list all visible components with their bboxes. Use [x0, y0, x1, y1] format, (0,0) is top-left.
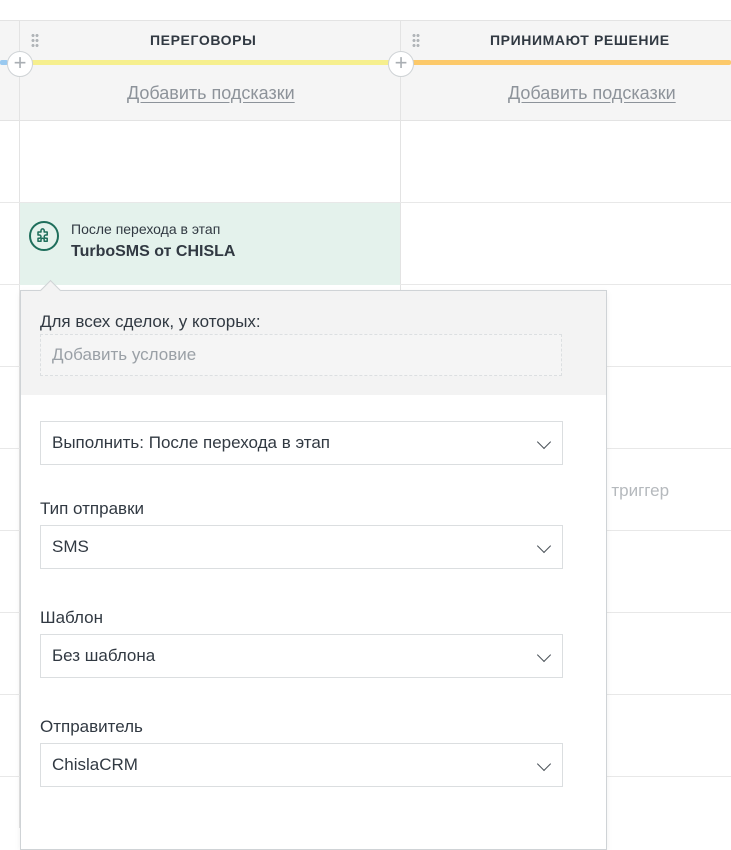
- condition-label: Для всех сделок, у которых:: [40, 312, 261, 331]
- plus-icon: +: [394, 50, 408, 75]
- drag-handle-icon[interactable]: [31, 33, 39, 49]
- chevron-down-icon: [536, 434, 552, 450]
- pipeline-board: ПЕРЕГОВОРЫ + Добавить подсказки ПРИНИМАЮ…: [0, 0, 731, 850]
- execute-select[interactable]: Выполнить: После перехода в этап: [40, 421, 563, 465]
- trigger-card[interactable]: После перехода в этап TurboSMS от CHISLA: [20, 203, 400, 285]
- puzzle-icon: [29, 221, 59, 251]
- chevron-down-icon: [536, 647, 552, 663]
- add-stage-button[interactable]: +: [7, 51, 33, 77]
- plus-icon: +: [13, 50, 27, 75]
- column-title-deciding: ПРИНИМАЮТ РЕШЕНИЕ: [490, 32, 670, 48]
- template-select[interactable]: Без шаблона: [40, 634, 563, 678]
- execute-select-value: Выполнить: После перехода в этап: [52, 433, 331, 452]
- column-title-negotiations: ПЕРЕГОВОРЫ: [150, 32, 257, 48]
- template-label: Шаблон: [40, 608, 103, 627]
- send-type-select[interactable]: SMS: [40, 525, 563, 569]
- sender-value: ChislaCRM: [52, 755, 138, 774]
- send-type-label: Тип отправки: [40, 499, 145, 518]
- add-hints-link[interactable]: Добавить подсказки: [127, 83, 295, 104]
- chevron-down-icon: [536, 538, 552, 554]
- condition-section: Для всех сделок, у которых: Добавить усл…: [21, 291, 606, 395]
- trigger-settings-popup: Для всех сделок, у которых: Добавить усл…: [20, 290, 607, 850]
- add-stage-button[interactable]: +: [388, 51, 414, 77]
- chevron-down-icon: [536, 756, 552, 772]
- add-hints-link[interactable]: Добавить подсказки: [508, 83, 676, 104]
- sender-select[interactable]: ChislaCRM: [40, 743, 563, 787]
- template-value: Без шаблона: [52, 646, 156, 665]
- sender-label: Отправитель: [40, 717, 143, 736]
- trigger-event-label: После перехода в этап: [71, 221, 221, 237]
- send-type-value: SMS: [52, 537, 89, 556]
- add-condition-input[interactable]: Добавить условие: [40, 334, 562, 376]
- stage-color-bar: [401, 60, 731, 65]
- stage-color-bar: [20, 60, 400, 65]
- trigger-name: TurboSMS от CHISLA: [71, 243, 236, 260]
- drag-handle-icon[interactable]: [412, 33, 420, 49]
